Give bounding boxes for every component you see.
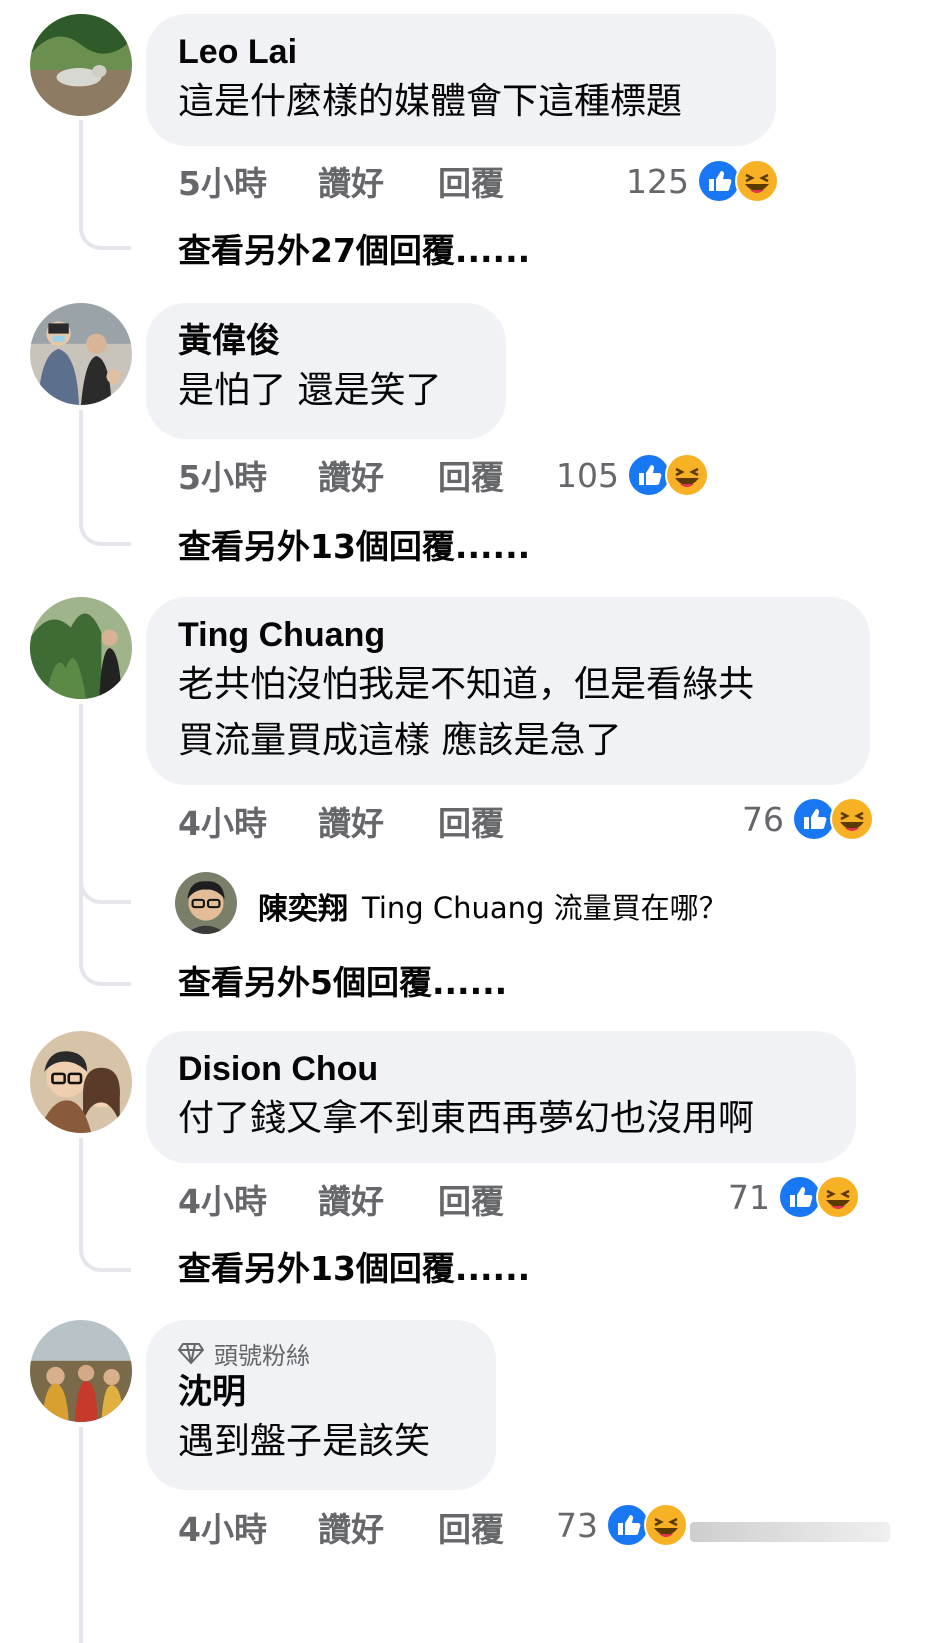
thread-line [79,704,83,958]
avatar-image [30,1320,132,1422]
badge-label: 頭號粉絲 [214,1341,310,1370]
haha-reaction-icon [816,1175,860,1219]
reaction-summary[interactable]: 125 [626,156,779,206]
comment-time[interactable]: 4小時 [178,1503,318,1551]
avatar-shen-ming[interactable] [30,1320,132,1422]
like-button[interactable]: 讚好 [318,1503,438,1551]
view-more-replies[interactable]: 查看另外5個回覆...... [178,956,507,1004]
thread-branch [79,514,131,546]
avatar-image [30,597,132,699]
comment-text-line-1: 老共怕沒怕我是不知道，但是看綠共 [178,664,755,705]
view-more-replies[interactable]: 查看另外27個回覆...... [178,224,530,272]
reaction-summary[interactable]: 73 [556,1500,688,1550]
top-fan-badge: 頭號粉絲 [178,1336,464,1370]
reply-button[interactable]: 回覆 [438,797,558,845]
comment-time[interactable]: 4小時 [178,797,318,845]
comment-author[interactable]: Dision Chou [178,1047,824,1091]
reply-button[interactable]: 回覆 [438,157,558,205]
thread-branch [79,954,131,986]
comment-text-line-2: 買流量買成這樣 應該是急了 [178,720,622,761]
sub-reply-text: Ting Chuang 流量買在哪？ [362,891,728,925]
haha-reaction-icon [735,159,779,203]
avatar-image [175,872,237,934]
reaction-count: 73 [556,1505,598,1545]
reaction-count: 125 [626,161,689,201]
view-more-replies[interactable]: 查看另外13個回覆...... [178,520,530,568]
comment-time[interactable]: 5小時 [178,451,318,499]
comment-author[interactable]: Leo Lai [178,30,744,74]
comment-author[interactable]: 沈明 [178,1370,464,1414]
comment-bubble[interactable]: Ting Chuang 老共怕沒怕我是不知道，但是看綠共 買流量買成這樣 應該是… [146,597,870,785]
reply-button[interactable]: 回覆 [438,1503,558,1551]
comment-text: 是怕了 還是笑了 [178,370,442,411]
thread-branch [79,872,131,904]
comment-bubble[interactable]: Dision Chou 付了錢又拿不到東西再夢幻也沒用啊 [146,1031,856,1163]
reaction-count: 76 [742,799,784,839]
sub-reply-author[interactable]: 陳奕翔 [258,884,348,928]
sub-reply[interactable]: 陳奕翔 Ting Chuang 流量買在哪？ [258,884,728,928]
reply-button[interactable]: 回覆 [438,451,558,499]
avatar-leo-lai[interactable] [30,14,132,116]
thread-line [79,120,83,220]
like-button[interactable]: 讚好 [318,1175,438,1223]
haha-reaction-icon [665,453,709,497]
comment-bubble[interactable]: Leo Lai 這是什麼樣的媒體會下這種標題 [146,14,776,146]
comment-text: 付了錢又拿不到東西再夢幻也沒用啊 [178,1098,755,1139]
haha-reaction-icon [644,1503,688,1547]
reaction-summary[interactable]: 76 [742,794,874,844]
thread-line [79,410,83,516]
reaction-count: 105 [556,455,619,495]
comment-meta: 5小時 讚好 回覆 [178,156,558,206]
avatar-image [30,14,132,116]
comment-author[interactable]: 黃偉俊 [178,319,474,363]
avatar-dision-chou[interactable] [30,1031,132,1133]
reply-button[interactable]: 回覆 [438,1175,558,1223]
watermark-overlay [690,1522,890,1542]
comment-author[interactable]: Ting Chuang [178,613,838,657]
like-button[interactable]: 讚好 [318,451,438,499]
thread-branch [79,218,131,250]
avatar-image [30,1031,132,1133]
like-button[interactable]: 讚好 [318,797,438,845]
comment-bubble[interactable]: 頭號粉絲 沈明 遇到盤子是該笑 [146,1320,496,1490]
comment-time[interactable]: 5小時 [178,157,318,205]
comment-meta: 5小時 讚好 回覆 [178,450,558,500]
comment-meta: 4小時 讚好 回覆 [178,1502,558,1552]
avatar-huang[interactable] [30,303,132,405]
like-button[interactable]: 讚好 [318,157,438,205]
thread-line [79,1138,83,1242]
thread-branch [79,1240,131,1272]
diamond-icon [178,1343,204,1364]
comment-meta: 4小時 讚好 回覆 [178,1174,558,1224]
avatar-image [30,303,132,405]
comment-time[interactable]: 4小時 [178,1175,318,1223]
comment-bubble[interactable]: 黃偉俊 是怕了 還是笑了 [146,303,506,439]
reaction-summary[interactable]: 71 [728,1172,860,1222]
thread-line [79,1427,83,1643]
comment-text: 這是什麼樣的媒體會下這種標題 [178,81,683,122]
view-more-replies[interactable]: 查看另外13個回覆...... [178,1242,530,1290]
avatar-ting-chuang[interactable] [30,597,132,699]
reaction-summary[interactable]: 105 [556,450,709,500]
avatar-chen[interactable] [175,872,237,934]
comment-text: 遇到盤子是該笑 [178,1421,431,1462]
haha-reaction-icon [830,797,874,841]
reaction-count: 71 [728,1177,770,1217]
comment-meta: 4小時 讚好 回覆 [178,796,558,846]
